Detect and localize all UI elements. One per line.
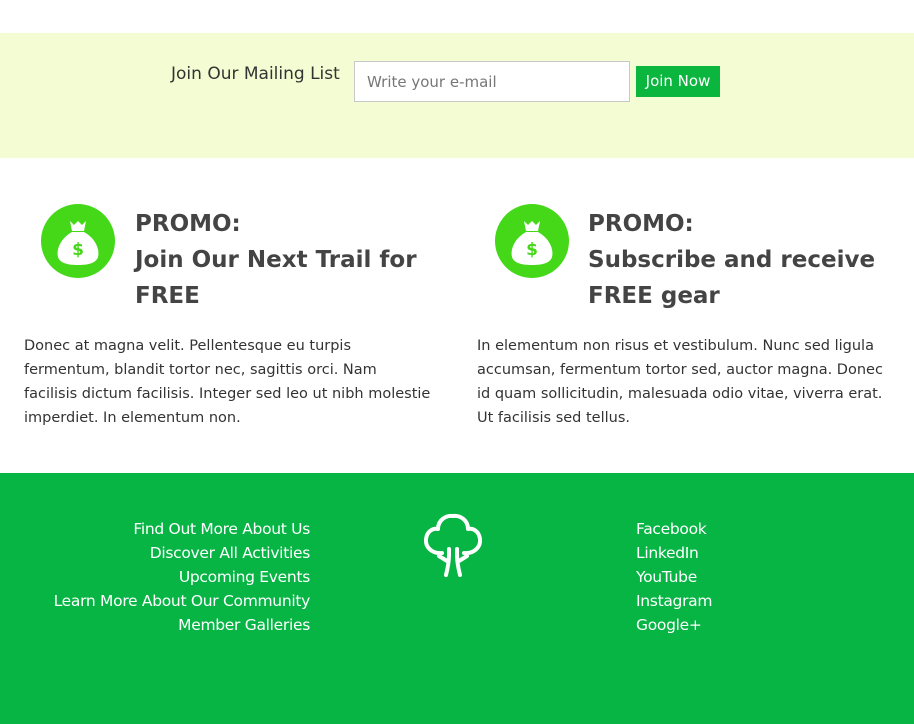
promo-description: Donec at magna velit. Pellentesque eu tu… <box>24 338 431 426</box>
footer-link-item: LinkedIn <box>636 541 836 565</box>
footer-link-instagram[interactable]: Instagram <box>636 592 712 610</box>
tree-icon[interactable] <box>417 511 489 583</box>
footer-link-item: Discover All Activities <box>40 541 311 565</box>
promo-title-line: Join Our Next Trail for <box>135 247 417 273</box>
mailing-list-label: Join Our Mailing List <box>171 64 340 84</box>
promo-title: PROMO: Subscribe and receive FREE gear <box>588 206 875 314</box>
promo-title-line: FREE <box>135 283 200 309</box>
footer-link-youtube[interactable]: YouTube <box>636 568 697 586</box>
footer-link-item: Facebook <box>636 517 836 541</box>
footer-link-events[interactable]: Upcoming Events <box>179 568 310 586</box>
email-input[interactable] <box>354 61 630 102</box>
footer-link-linkedin[interactable]: LinkedIn <box>636 544 699 562</box>
svg-text:$: $ <box>72 240 84 260</box>
promo-title-line: PROMO: <box>588 211 694 237</box>
footer-social-links: Facebook LinkedIn YouTube Instagram Goog… <box>636 517 836 637</box>
footer-link-activities[interactable]: Discover All Activities <box>150 544 311 562</box>
footer-link-item: Member Galleries <box>40 613 310 637</box>
promo-title-line: FREE gear <box>588 283 720 309</box>
svg-text:$: $ <box>526 240 538 260</box>
footer-link-item: Upcoming Events <box>40 565 310 589</box>
footer-link-item: Learn More About Our Community <box>40 589 311 613</box>
footer-link-facebook[interactable]: Facebook <box>636 520 707 538</box>
money-bag-icon: $ <box>41 204 115 278</box>
promo-title-line: PROMO: <box>135 211 241 237</box>
promo-title: PROMO: Join Our Next Trail for FREE <box>135 206 417 314</box>
footer-link-galleries[interactable]: Member Galleries <box>178 616 310 634</box>
join-now-button[interactable]: Join Now <box>636 66 720 97</box>
promo-title-line: Subscribe and receive <box>588 247 876 273</box>
footer-link-about[interactable]: Find Out More About Us <box>133 520 310 538</box>
money-bag-icon: $ <box>495 204 569 278</box>
footer-link-item: Google+ <box>636 613 836 637</box>
footer-link-googleplus[interactable]: Google+ <box>636 616 702 634</box>
site-footer: Find Out More About Us Discover All Acti… <box>0 473 914 724</box>
footer-link-item: Find Out More About Us <box>40 517 310 541</box>
footer-link-community[interactable]: Learn More About Our Community <box>54 592 311 610</box>
footer-link-item: Instagram <box>636 589 836 613</box>
promo-description: In elementum non risus et vestibulum. Nu… <box>477 338 883 426</box>
footer-link-item: YouTube <box>636 565 836 589</box>
footer-nav-links: Find Out More About Us Discover All Acti… <box>40 517 311 637</box>
